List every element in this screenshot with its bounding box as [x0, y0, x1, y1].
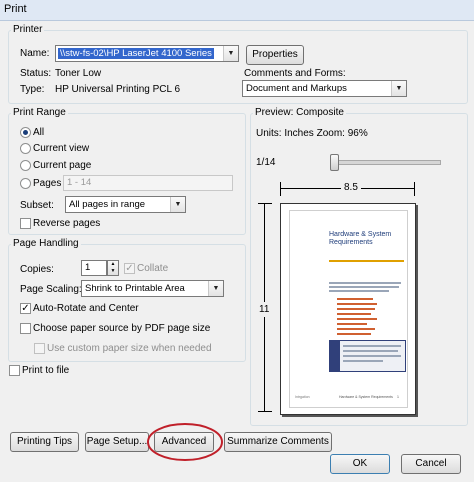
radio-pages[interactable] [20, 178, 31, 189]
radio-current-page-label: Current page [33, 160, 92, 171]
preview-slider-thumb[interactable] [330, 154, 339, 171]
width-dim-label: 8.5 [341, 182, 361, 193]
custom-size-label: Use custom paper size when needed [47, 343, 212, 354]
preview-page: Hardware & System Requirements Intrgatio… [280, 203, 416, 415]
doc-title: Hardware & System Requirements [329, 231, 392, 246]
doc-list-item [337, 333, 371, 335]
print-to-file-checkbox[interactable] [9, 365, 20, 376]
printer-name-value: \\stw-fs-02\HP LaserJet 4100 Series [58, 48, 214, 59]
status-value: Toner Low [55, 68, 102, 79]
chevron-down-icon[interactable]: ▼ [223, 46, 238, 61]
radio-current-view[interactable] [20, 143, 31, 154]
subset-label: Subset: [20, 200, 54, 211]
auto-rotate-checkbox[interactable]: ✓ [20, 303, 31, 314]
units-zoom-text: Units: Inches Zoom: 96% [256, 128, 368, 139]
radio-all-label: All [33, 127, 45, 138]
doc-footer-right: Hardware & System Requirements [339, 395, 393, 399]
height-dim-tick-top [258, 203, 272, 204]
page-setup-button[interactable]: Page Setup... [85, 432, 149, 452]
radio-current-page[interactable] [20, 160, 31, 171]
type-value: HP Universal Printing PCL 6 [55, 84, 181, 95]
doc-text-line [343, 360, 383, 362]
doc-text-line [343, 355, 401, 357]
choose-source-checkbox[interactable] [20, 323, 31, 334]
chevron-down-icon[interactable]: ▼ [391, 81, 406, 96]
doc-title-rule [329, 260, 404, 262]
copies-input[interactable]: 1 [81, 260, 107, 276]
printer-group-label: Printer [11, 24, 45, 35]
copies-stepper[interactable]: ▲ ▼ [107, 260, 119, 276]
doc-list-item [337, 308, 375, 310]
page-scaling-value: Shrink to Printable Area [85, 283, 185, 294]
summarize-comments-button[interactable]: Summarize Comments [224, 432, 332, 452]
doc-list-item [337, 303, 377, 305]
height-dim-tick-bottom [258, 411, 272, 412]
collate-label: Collate [137, 263, 169, 274]
pages-range-input[interactable]: 1 - 14 [63, 175, 233, 191]
doc-list-item [337, 313, 371, 315]
doc-note-bar [330, 341, 340, 371]
printing-tips-button[interactable]: Printing Tips [10, 432, 79, 452]
width-dim-tick-right [414, 182, 415, 196]
doc-list-item [337, 328, 375, 330]
page-scaling-label: Page Scaling: [20, 284, 82, 295]
doc-footer-left: Intrgation [295, 395, 310, 399]
type-label: Type: [20, 84, 45, 95]
comments-forms-select[interactable]: Document and Markups ▼ [242, 80, 407, 97]
radio-pages-label: Pages [33, 178, 62, 189]
ok-button[interactable]: OK [330, 454, 390, 474]
doc-list-item [337, 298, 373, 300]
printer-name-label: Name: [20, 48, 50, 59]
comments-forms-value: Document and Markups [246, 83, 347, 94]
collate-checkbox[interactable]: ✓ [124, 263, 135, 274]
doc-note-box [329, 340, 406, 372]
preview-header: Preview: Composite [253, 107, 346, 118]
chevron-down-icon[interactable]: ▼ [208, 281, 223, 296]
highlight-circle [147, 423, 223, 461]
status-label: Status: [20, 68, 52, 79]
properties-button[interactable]: Properties [246, 45, 304, 65]
auto-rotate-label: Auto-Rotate and Center [33, 303, 139, 314]
window-title: Print [4, 3, 27, 15]
reverse-pages-label: Reverse pages [33, 218, 101, 229]
title-bar: Print [0, 0, 474, 21]
doc-text-line [343, 350, 398, 352]
doc-text-line [343, 345, 401, 347]
radio-all[interactable] [20, 127, 31, 138]
cancel-button[interactable]: Cancel [401, 454, 461, 474]
choose-source-label: Choose paper source by PDF page size [33, 323, 211, 334]
page-counter: 1/14 [256, 157, 276, 168]
printer-name-select[interactable]: \\stw-fs-02\HP LaserJet 4100 Series ▼ [55, 45, 239, 62]
subset-value: All pages in range [69, 199, 146, 210]
print-to-file-label: Print to file [22, 365, 70, 376]
subset-select[interactable]: All pages in range ▼ [65, 196, 186, 213]
page-handling-group-label: Page Handling [11, 238, 81, 249]
doc-list-item [337, 318, 377, 320]
width-dim-tick-left [280, 182, 281, 196]
doc-text-line [329, 290, 389, 292]
height-dim-label: 11 [259, 302, 270, 317]
custom-size-checkbox[interactable] [34, 343, 45, 354]
comments-forms-label: Comments and Forms: [244, 68, 346, 79]
doc-list-item [337, 323, 367, 325]
doc-text-line [329, 286, 399, 288]
preview-slider-track[interactable] [333, 160, 441, 165]
copies-label: Copies: [20, 264, 54, 275]
doc-text-line [329, 282, 401, 284]
radio-current-view-label: Current view [33, 143, 90, 154]
reverse-pages-checkbox[interactable] [20, 218, 31, 229]
page-scaling-select[interactable]: Shrink to Printable Area ▼ [81, 280, 224, 297]
doc-footer-page: 1 [397, 395, 399, 399]
print-range-group-label: Print Range [11, 107, 68, 118]
chevron-down-icon[interactable]: ▼ [170, 197, 185, 212]
